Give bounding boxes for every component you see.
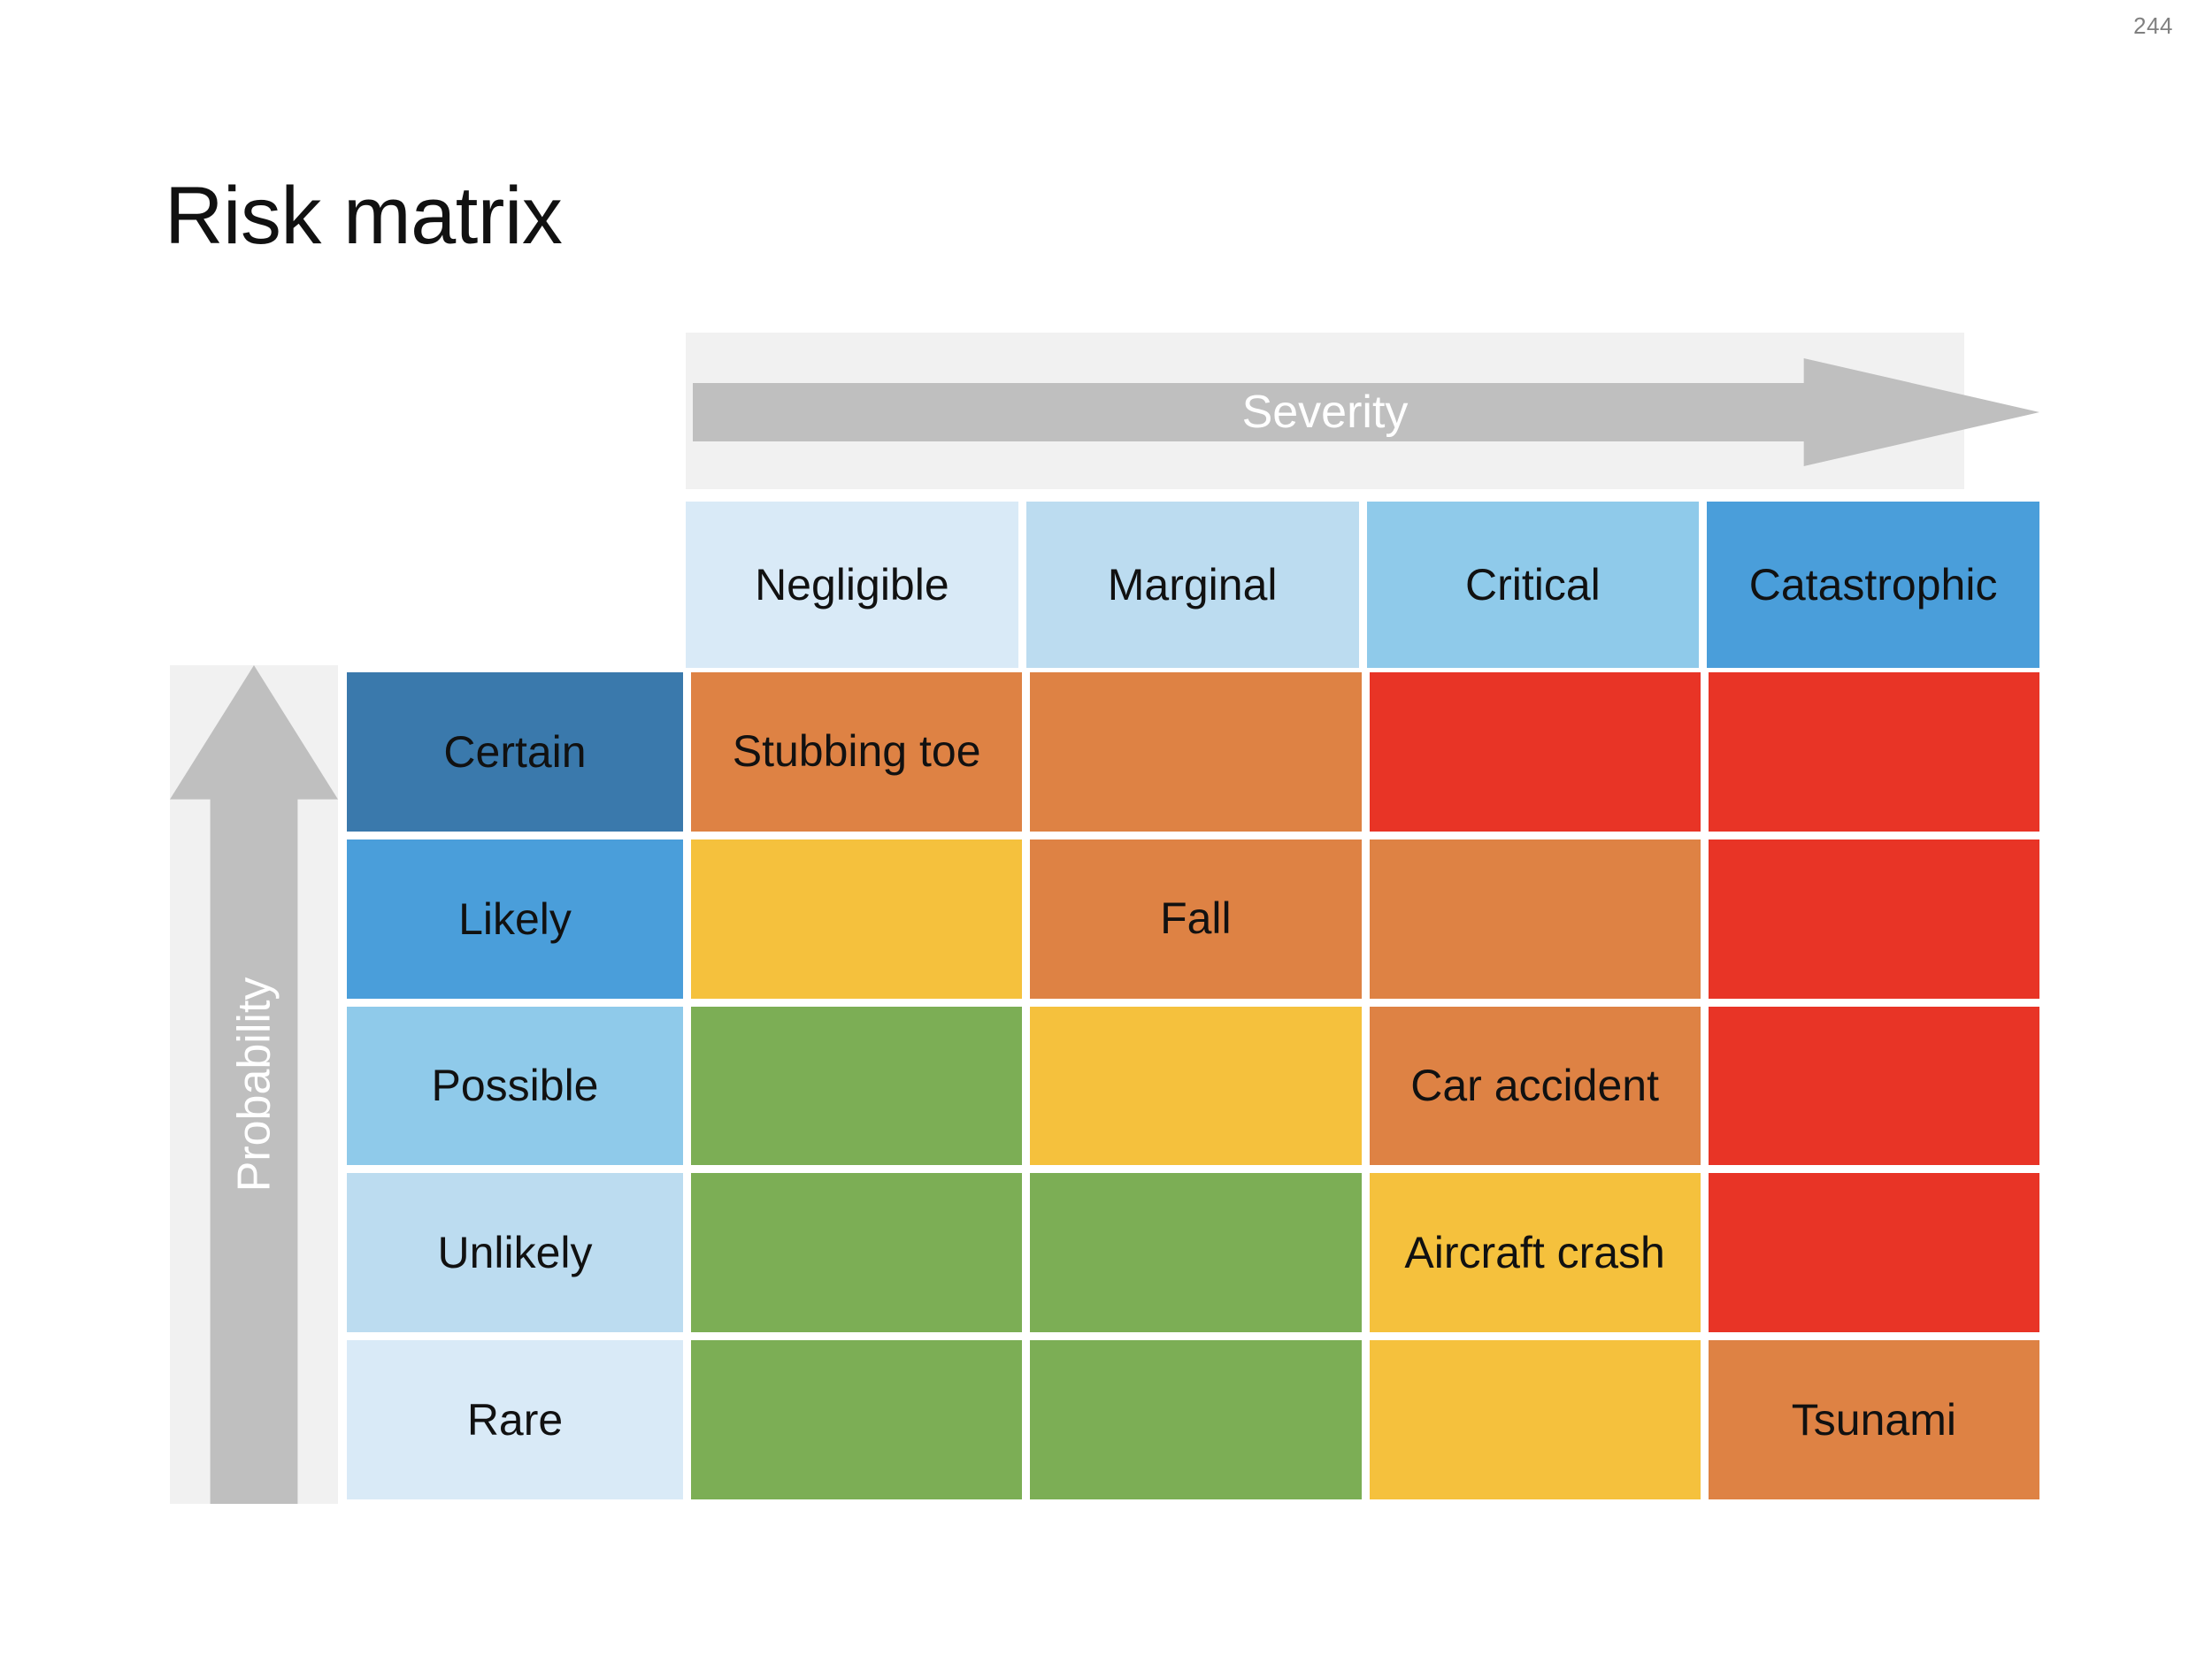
severity-header-critical: Critical <box>1366 502 1700 668</box>
page-number: 244 <box>2133 12 2173 39</box>
matrix-cell-rare-marginal[interactable] <box>1030 1340 1362 1499</box>
matrix-cell-possible-marginal[interactable] <box>1030 1006 1362 1166</box>
matrix-cell-certain-negligible[interactable]: Stubbing toe <box>691 672 1023 832</box>
severity-header-row: Negligible Marginal Critical Catastrophic <box>686 502 2039 668</box>
matrix-cell-likely-marginal[interactable]: Fall <box>1030 839 1362 999</box>
probability-label-certain: Certain <box>347 672 683 832</box>
severity-axis-arrow: Severity <box>686 333 2039 489</box>
matrix-cell-rare-negligible[interactable] <box>691 1340 1023 1499</box>
matrix-cell-rare-catastrophic[interactable]: Tsunami <box>1708 1340 2039 1499</box>
severity-axis-label: Severity <box>1241 387 1409 438</box>
severity-header-marginal: Marginal <box>1025 502 1359 668</box>
matrix-cell-rare-critical[interactable] <box>1369 1340 1701 1499</box>
probability-label-unlikely: Unlikely <box>347 1173 683 1333</box>
probability-label-likely: Likely <box>347 839 683 999</box>
severity-header-catastrophic: Catastrophic <box>1707 502 2039 668</box>
matrix-cell-possible-critical[interactable]: Car accident <box>1369 1006 1701 1166</box>
matrix-cell-possible-catastrophic[interactable] <box>1708 1006 2039 1166</box>
probability-label-possible: Possible <box>347 1006 683 1166</box>
probability-label-rare: Rare <box>347 1340 683 1499</box>
matrix-cell-certain-catastrophic[interactable] <box>1708 672 2039 832</box>
probability-axis-label: Probability <box>228 977 280 1192</box>
probability-axis-arrow: Probability <box>170 665 338 1504</box>
matrix-cell-unlikely-catastrophic[interactable] <box>1708 1173 2039 1333</box>
matrix-cell-certain-marginal[interactable] <box>1030 672 1362 832</box>
page-title: Risk matrix <box>165 170 563 261</box>
matrix-row: Rare Tsunami <box>347 1340 2039 1499</box>
probability-axis-label-wrap: Probability <box>170 665 338 1504</box>
matrix-cell-certain-critical[interactable] <box>1369 672 1701 832</box>
matrix-cell-unlikely-critical[interactable]: Aircraft crash <box>1369 1173 1701 1333</box>
matrix-cell-likely-negligible[interactable] <box>691 839 1023 999</box>
matrix-cell-possible-negligible[interactable] <box>691 1006 1023 1166</box>
risk-matrix-grid: Certain Stubbing toe Likely Fall Possible Car… <box>347 672 2039 1499</box>
matrix-row: Possible Car accident <box>347 1006 2039 1166</box>
matrix-row: Certain Stubbing toe <box>347 672 2039 832</box>
matrix-cell-unlikely-marginal[interactable] <box>1030 1173 1362 1333</box>
matrix-row: Likely Fall <box>347 839 2039 999</box>
severity-header-negligible: Negligible <box>686 502 1018 668</box>
matrix-cell-unlikely-negligible[interactable] <box>691 1173 1023 1333</box>
matrix-cell-likely-catastrophic[interactable] <box>1708 839 2039 999</box>
matrix-cell-likely-critical[interactable] <box>1369 839 1701 999</box>
matrix-row: Unlikely Aircraft crash <box>347 1173 2039 1333</box>
